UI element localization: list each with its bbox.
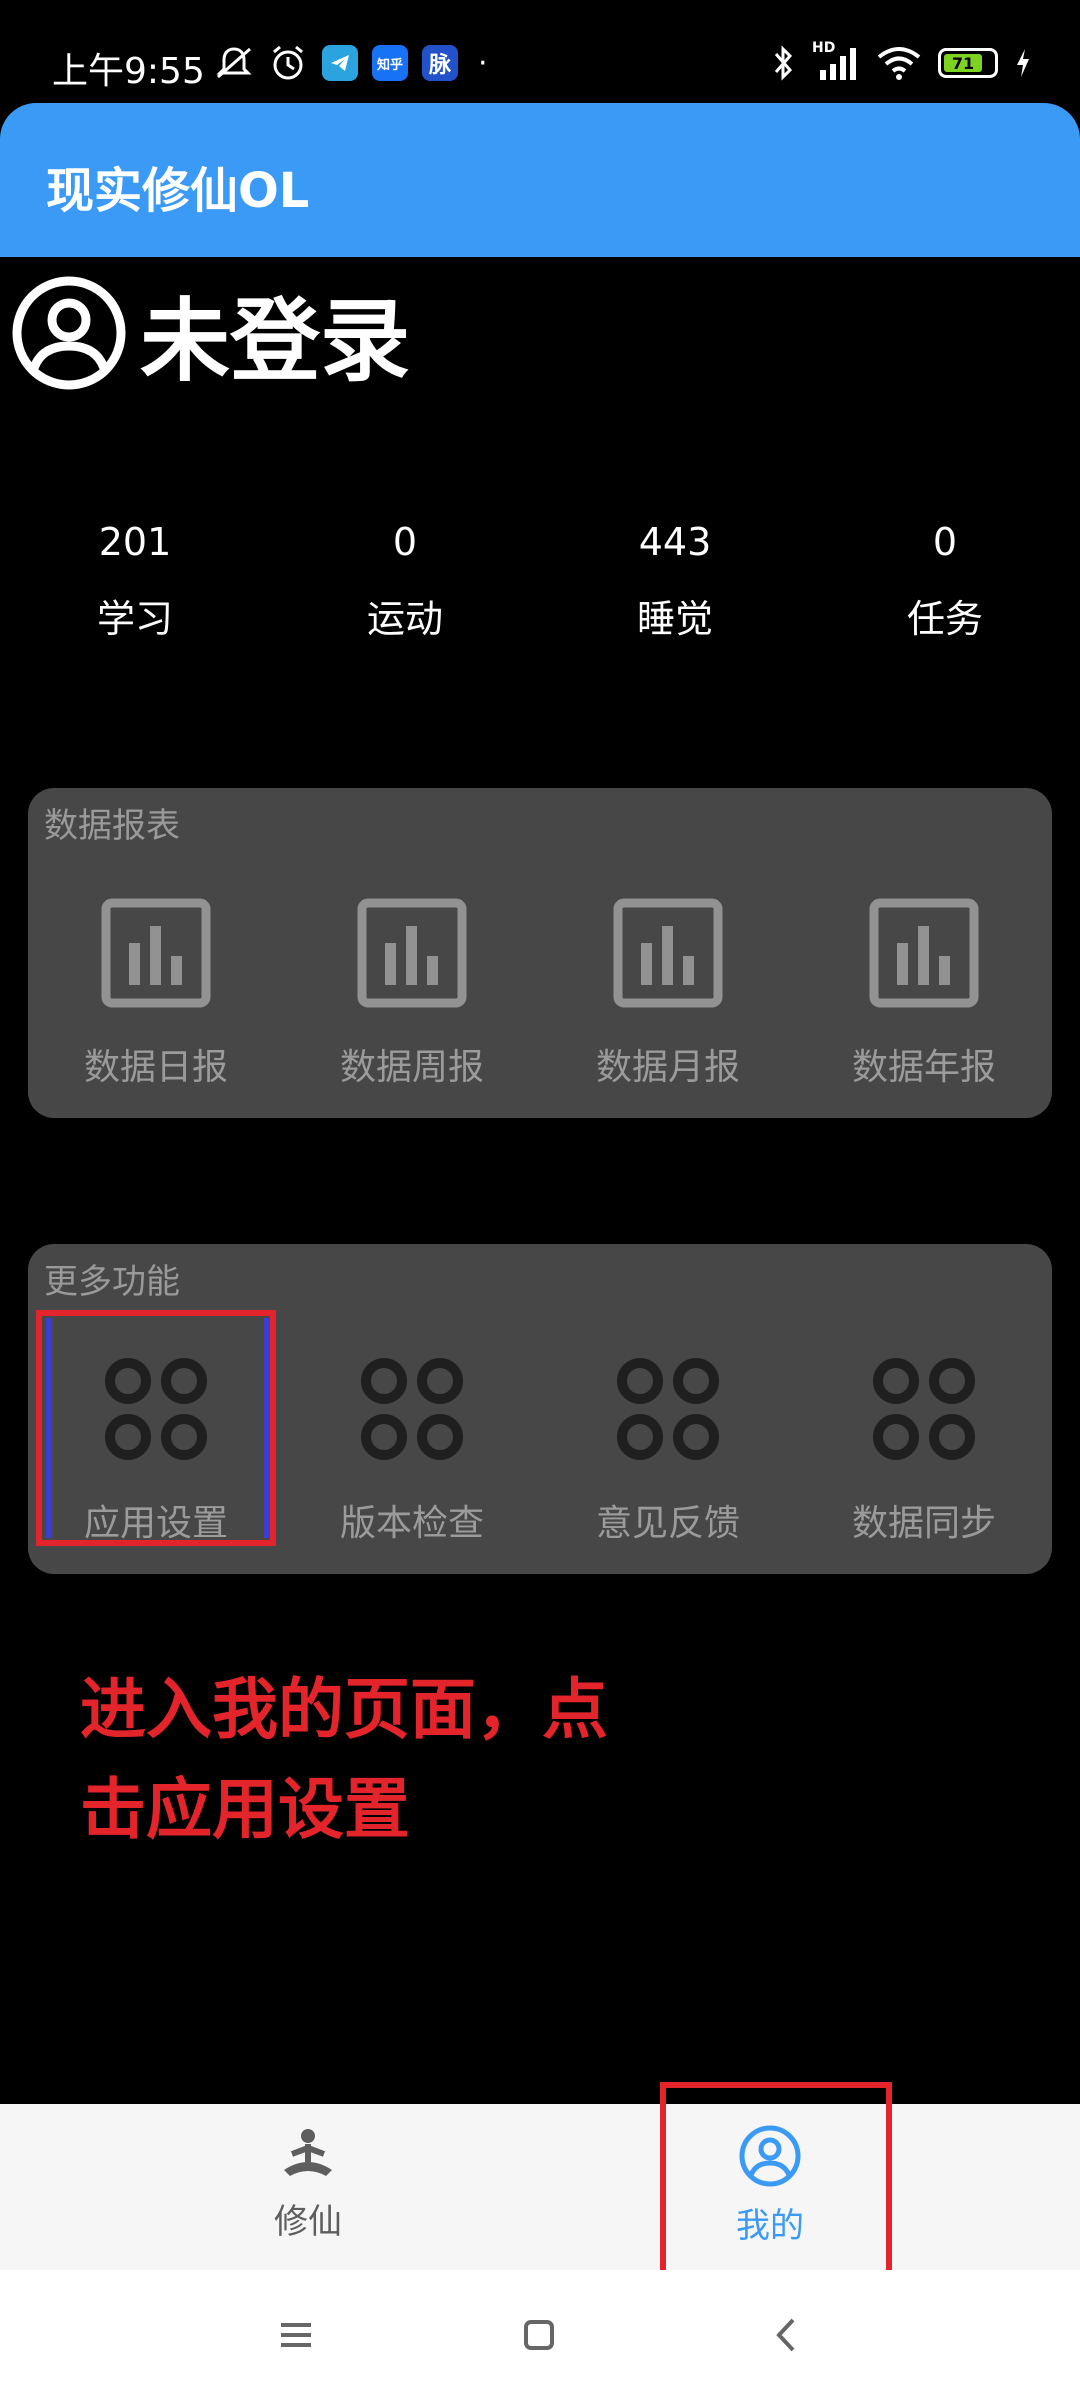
alarm-icon [273,45,303,80]
stat-value: 0 [392,520,418,564]
instruction-line: 进入我的页面，点 [80,1671,608,1748]
nav-label: 修仙 [274,2202,342,2242]
battery-level: 71 [944,54,982,73]
report-label: 数据周报 [339,1047,484,1088]
status-icons-right: HD 71 [772,40,1032,82]
battery-icon: 71 [938,48,998,78]
screen: 上午9:55 知乎 脉 · HD 71 现实修仙OL 未登录 201 学习 0 … [0,0,1080,2400]
bar-chart-icon [101,898,211,1008]
report-label: 数据月报 [595,1047,740,1088]
report-monthly-button[interactable]: 数据月报 [558,898,778,1098]
user-avatar-icon [12,276,126,390]
app-bar: 现实修仙OL [0,103,1080,257]
status-icons-left: 知乎 脉 · [214,44,488,82]
charging-icon [1017,49,1029,77]
nav-item-cultivation[interactable]: 修仙 [208,2124,408,2243]
reports-card: 数据报表 数据日报 数据周报 数据月报 数据年报 [28,788,1052,1118]
stat-value: 443 [638,520,712,564]
back-icon[interactable] [763,2310,813,2360]
profile-header[interactable]: 未登录 [12,268,410,398]
grid-circles-icon [617,1358,719,1460]
annotation-nav-box [660,2082,892,2282]
report-daily-button[interactable]: 数据日报 [46,898,266,1098]
feature-label: 数据同步 [851,1503,996,1544]
reports-card-title: 数据报表 [44,806,180,846]
signal-icon: HD [812,40,860,82]
stat-study: 201 学习 [35,520,235,643]
more-dot-icon: · [478,45,488,81]
report-weekly-button[interactable]: 数据周报 [302,898,522,1098]
maimai-icon: 脉 [422,45,458,81]
report-label: 数据日报 [83,1047,228,1088]
bottom-nav: 修仙 我的 [0,2104,1080,2270]
grid-circles-icon [361,1358,463,1460]
feedback-button[interactable]: 意见反馈 [558,1354,778,1554]
feature-label: 意见反馈 [595,1503,740,1544]
status-time: 上午9:55 [52,51,205,92]
stat-sport: 0 运动 [305,520,505,643]
data-sync-button[interactable]: 数据同步 [814,1354,1034,1554]
home-icon[interactable] [514,2310,564,2360]
meditation-icon [284,2129,332,2176]
stat-label: 学习 [96,597,173,641]
grid-circles-icon [873,1358,975,1460]
stat-value: 0 [932,520,958,564]
login-status: 未登录 [140,289,410,394]
bar-chart-icon [869,898,979,1008]
stat-sleep: 443 睡觉 [575,520,775,643]
version-check-button[interactable]: 版本检查 [302,1354,522,1554]
wifi-icon [877,47,921,80]
feature-label: 版本检查 [339,1503,484,1544]
instruction-line: 击应用设置 [80,1771,410,1848]
bluetooth-icon [774,45,793,81]
mute-icon [216,47,252,79]
stat-label: 运动 [366,597,443,641]
annotation-instruction: 进入我的页面，点 击应用设置 [80,1660,608,1860]
status-bar: 上午9:55 知乎 脉 · HD 71 [0,0,1080,100]
report-label: 数据年报 [851,1047,996,1088]
bar-chart-icon [613,898,723,1008]
report-yearly-button[interactable]: 数据年报 [814,898,1034,1098]
app-title: 现实修仙OL [46,163,310,219]
stat-label: 任务 [906,597,983,641]
stat-value: 201 [98,520,172,564]
stat-label: 睡觉 [636,597,713,641]
telegram-icon [322,45,358,81]
menu-icon[interactable] [271,2310,321,2360]
zhihu-icon: 知乎 [372,45,408,81]
annotation-highlight-box [36,1310,276,1546]
stat-task: 0 任务 [845,520,1045,643]
bar-chart-icon [357,898,467,1008]
system-nav-bar [0,2270,1080,2400]
more-card-title: 更多功能 [44,1262,180,1302]
